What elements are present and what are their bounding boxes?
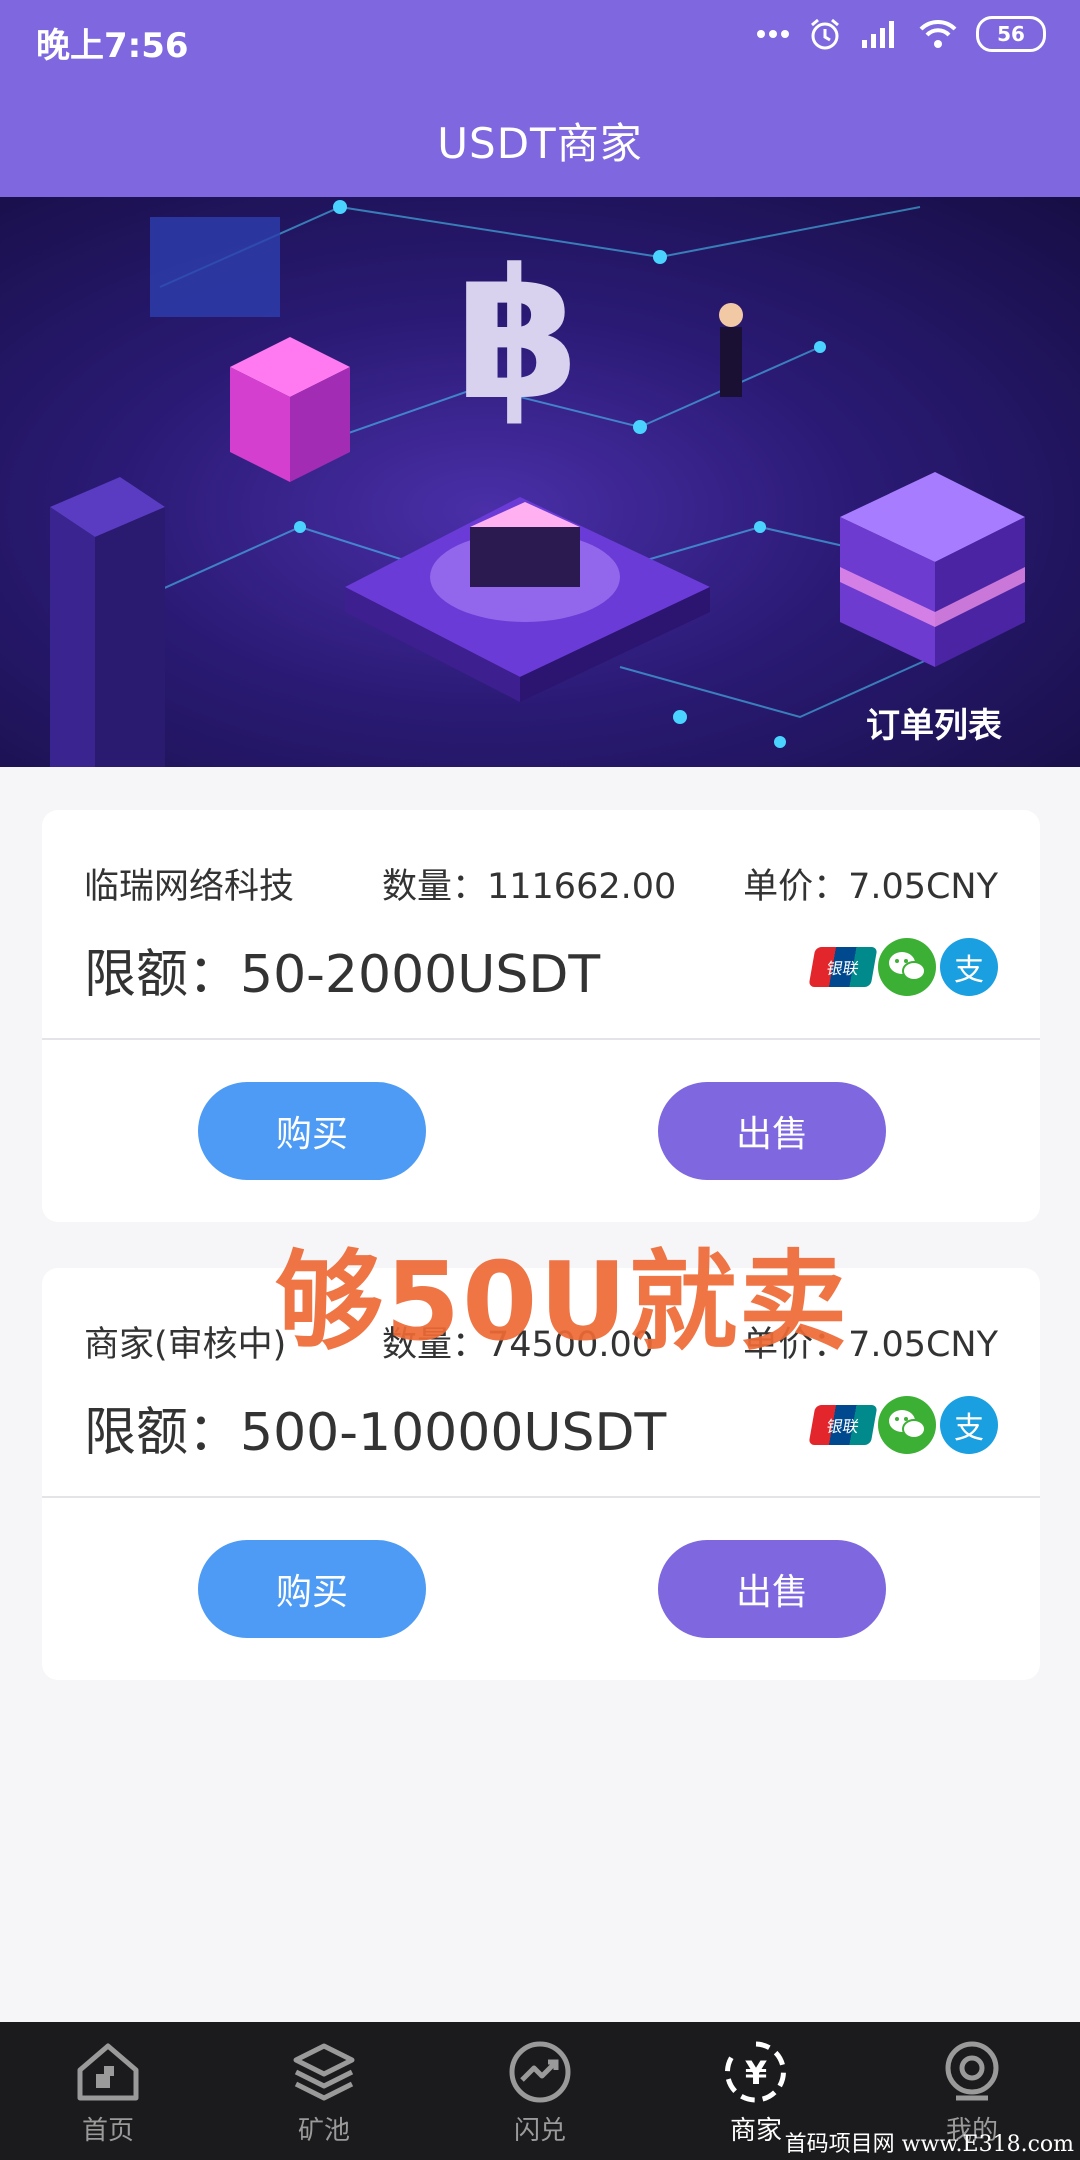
merchant-actions: 购买 出售 — [42, 1040, 1040, 1222]
merchant-name: 商家(审核中) — [84, 1325, 287, 1365]
sell-button[interactable]: 出售 — [658, 1540, 886, 1638]
nav-label: 首页 — [81, 2116, 134, 2146]
alipay-icon: 支 — [940, 938, 998, 996]
wifi-icon — [919, 19, 957, 48]
battery-indicator: 56 — [976, 16, 1046, 52]
bottom-nav: 首页 矿池 闪兑 ¥ 商家 我的 首码项目网 www.E318.com — [0, 2022, 1080, 2160]
buy-button[interactable]: 购买 — [198, 1082, 426, 1180]
profile-icon — [945, 2041, 999, 2101]
banner: ฿ 订单列表 — [0, 197, 1080, 767]
sell-button[interactable]: 出售 — [658, 1082, 886, 1180]
trend-icon — [509, 2041, 571, 2103]
payment-methods: 银联 支 — [808, 938, 998, 996]
wechat-icon — [878, 1396, 936, 1454]
page-title: USDT商家 — [437, 119, 643, 168]
top-bar: 晚上7:56 56 USDT商家 — [0, 0, 1080, 197]
site-watermark: 首码项目网 www.E318.com — [784, 2132, 1074, 2157]
nav-item-swap[interactable]: 闪兑 — [432, 2022, 648, 2160]
merchant-card: 临瑞网络科技 数量：111662.00 单价：7.05CNY 限额：50-200… — [42, 810, 1040, 1222]
merchant-name: 临瑞网络科技 — [84, 867, 295, 907]
order-list-link[interactable]: 订单列表 — [866, 698, 1002, 747]
unionpay-icon: 银联 — [808, 1405, 878, 1445]
status-icons: 56 — [756, 16, 1046, 52]
merchant-info: 临瑞网络科技 数量：111662.00 单价：7.05CNY 限额：50-200… — [42, 810, 1040, 1040]
nav-item-pool[interactable]: 矿池 — [216, 2022, 432, 2160]
unionpay-icon: 银联 — [808, 947, 878, 987]
merchant-limit: 限额：50-2000USDT — [84, 945, 601, 1005]
payment-methods: 银联 支 — [808, 1396, 998, 1454]
overlay-annotation: 够50U就卖 — [275, 1240, 849, 1365]
svg-text:฿: ฿ — [455, 231, 580, 440]
merchant-actions: 购买 出售 — [42, 1498, 1040, 1680]
buy-button[interactable]: 购买 — [198, 1540, 426, 1638]
merchant-limit: 限额：500-10000USDT — [84, 1403, 667, 1463]
alarm-icon — [811, 18, 839, 50]
signal-icon — [862, 21, 894, 48]
nav-item-home[interactable]: 首页 — [0, 2022, 216, 2160]
layers-icon — [293, 2043, 355, 2101]
alipay-icon: 支 — [940, 1396, 998, 1454]
more-dots-icon — [757, 30, 789, 38]
merchant-quantity: 数量：111662.00 — [382, 867, 677, 907]
wechat-icon — [878, 938, 936, 996]
merchant-icon: ¥ — [725, 2041, 786, 2103]
svg-text:¥: ¥ — [745, 2054, 767, 2092]
nav-label: 商家 — [729, 2116, 782, 2146]
status-time: 晚上7:56 — [36, 26, 189, 66]
home-icon — [77, 2043, 139, 2101]
nav-label: 闪兑 — [513, 2116, 566, 2146]
merchant-price: 单价：7.05CNY — [743, 867, 998, 907]
nav-label: 矿池 — [297, 2116, 350, 2146]
banner-illustration: ฿ — [50, 200, 1025, 767]
